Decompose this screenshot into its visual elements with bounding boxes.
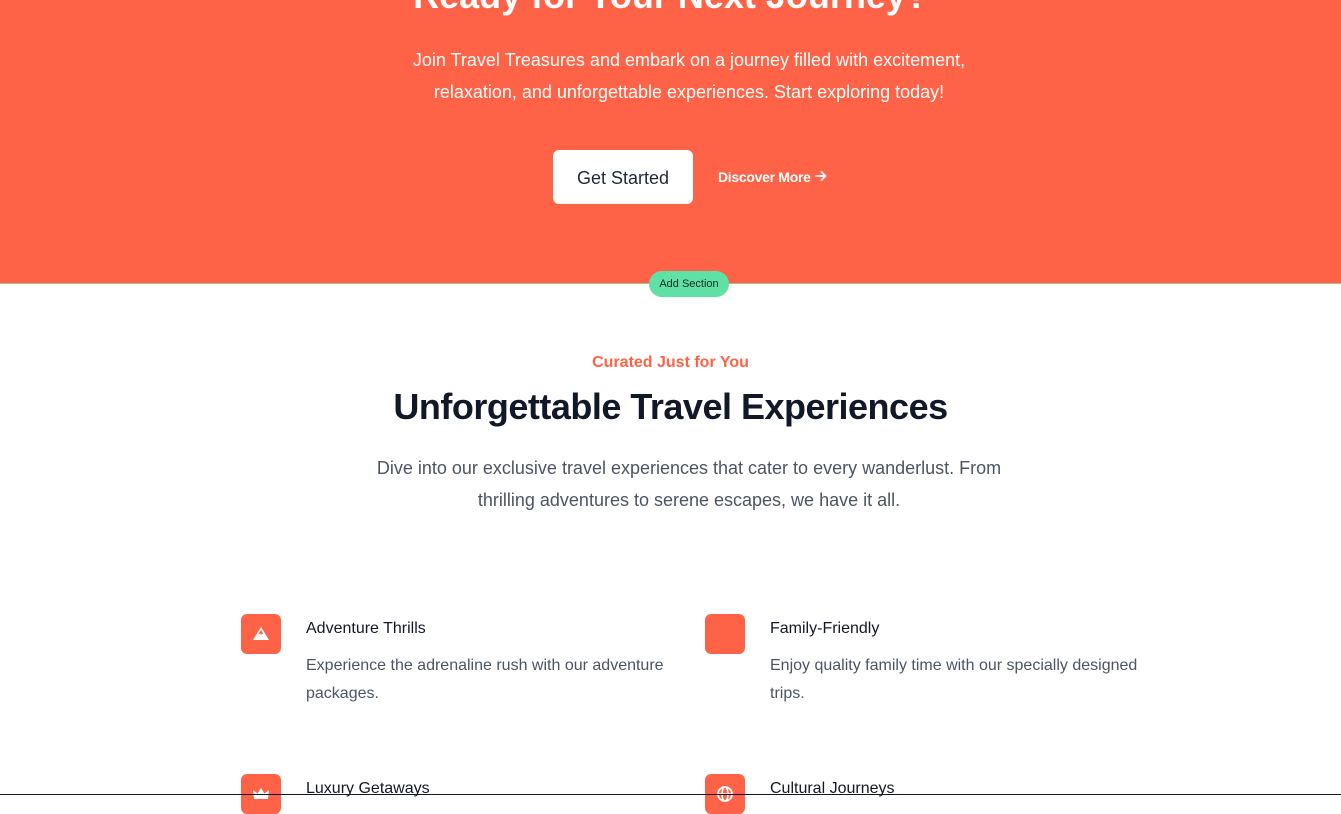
feature-title: Luxury Getaways [306, 780, 430, 797]
arrow-right-icon [814, 167, 828, 189]
section-eyebrow: Curated Just for You [592, 354, 749, 371]
feature-title: Family-Friendly [770, 620, 880, 637]
add-section-button[interactable]: Add Section [649, 271, 729, 297]
discover-more-link[interactable]: Discover More [718, 166, 828, 188]
get-started-button[interactable]: Get Started [553, 150, 693, 204]
feature-title: Adventure Thrills [306, 620, 426, 637]
discover-more-label: Discover More [718, 169, 811, 185]
feature-title: Cultural Journeys [770, 780, 895, 797]
feature-description: Enjoy quality family time with our speci… [770, 657, 1138, 702]
hero-description: Join Travel Treasures and embark on a jo… [412, 50, 966, 102]
hero-section: Ready for Your Next Journey? Join Travel… [0, 0, 1341, 283]
section-description: Dive into our exclusive travel experienc… [376, 458, 1002, 510]
feature-description: Experience the adrenaline rush with our … [306, 657, 664, 702]
hero-title: Ready for Your Next Journey? [0, 0, 1341, 16]
family-icon [705, 614, 745, 654]
section-title: Unforgettable Travel Experiences [393, 386, 948, 427]
mountain-icon [241, 614, 281, 654]
